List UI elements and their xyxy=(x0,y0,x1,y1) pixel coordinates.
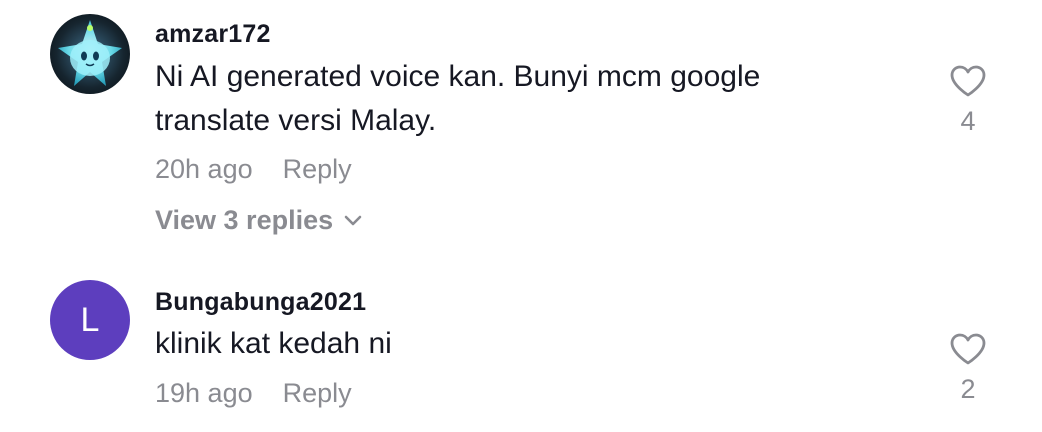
reply-button[interactable]: Reply xyxy=(283,154,352,185)
like-count: 4 xyxy=(960,106,976,136)
like-button[interactable]: 4 xyxy=(938,64,998,137)
avatar[interactable] xyxy=(50,14,130,94)
comment-text-line: klinik kat kedah ni xyxy=(155,327,392,360)
comment-meta: 20h ago Reply xyxy=(155,154,352,185)
comment-text: klinik kat kedah ni xyxy=(155,322,915,366)
comment-text: Ni AI generated voice kan. Bunyi mcm goo… xyxy=(155,55,915,143)
comment-username[interactable]: Bungabunga2021 xyxy=(155,288,366,317)
comment-text-line: Ni AI generated voice kan. Bunyi mcm goo… xyxy=(155,60,761,93)
like-count: 2 xyxy=(960,374,976,404)
chevron-down-icon xyxy=(343,214,363,228)
comment-username[interactable]: amzar172 xyxy=(155,20,271,49)
avatar-image xyxy=(50,14,130,94)
reply-button[interactable]: Reply xyxy=(283,378,352,409)
view-replies-label: View 3 replies xyxy=(155,205,334,235)
heart-outline-icon xyxy=(949,64,987,98)
comment-timestamp: 19h ago xyxy=(155,378,253,408)
heart-outline-icon xyxy=(949,332,987,366)
comment-item: L Bungabunga2021 klinik kat kedah ni 19h… xyxy=(0,270,1042,432)
like-button[interactable]: 2 xyxy=(938,332,998,405)
avatar-letter: L xyxy=(80,300,100,339)
comment-meta: 19h ago Reply xyxy=(155,378,352,409)
comment-timestamp: 20h ago xyxy=(155,154,253,184)
comment-item: amzar172 Ni AI generated voice kan. Buny… xyxy=(0,0,1042,260)
view-replies-button[interactable]: View 3 replies xyxy=(155,205,363,236)
avatar[interactable]: L xyxy=(50,280,130,360)
comment-text-line: translate versi Malay. xyxy=(155,104,437,137)
